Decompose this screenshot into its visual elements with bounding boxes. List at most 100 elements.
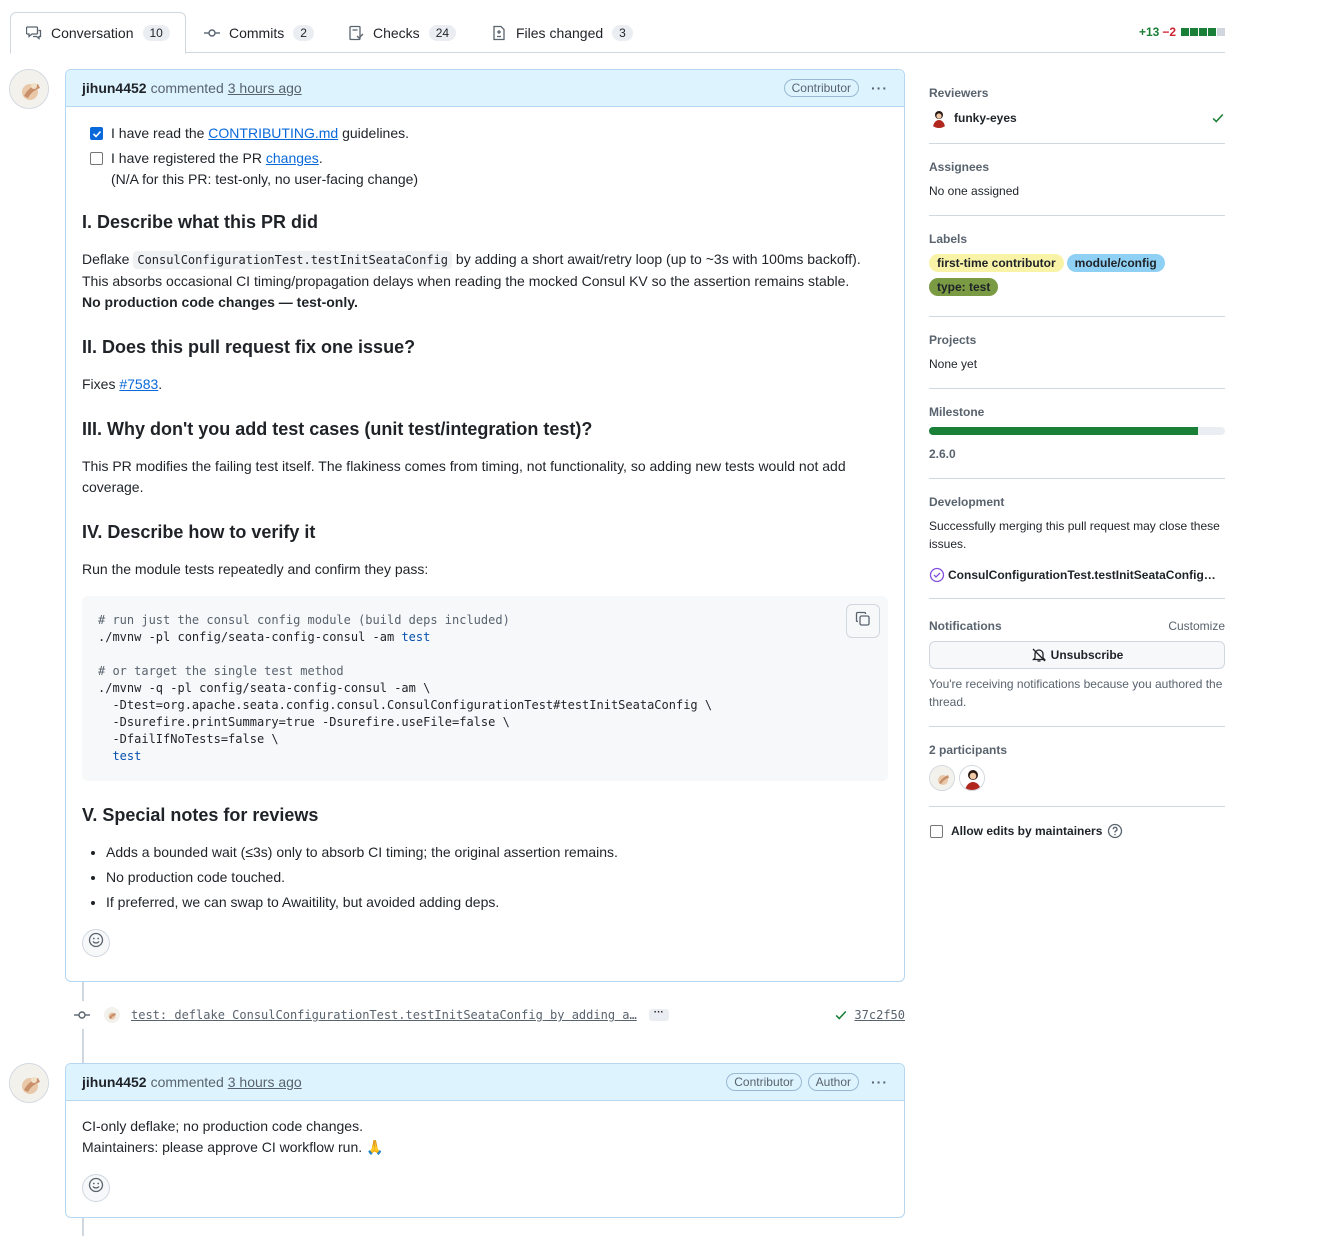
linked-issue[interactable]: ConsulConfigurationTest.testInitSeataCon… <box>929 567 1225 583</box>
deletions-count: −2 <box>1162 25 1176 39</box>
task-checkbox-checked[interactable] <box>90 127 103 140</box>
avatar[interactable] <box>929 108 949 128</box>
section-heading: IV. Describe how to verify it <box>82 522 316 542</box>
tab-label: Checks <box>373 24 420 41</box>
diffstat: +13 −2 <box>1139 25 1225 39</box>
label-module-config[interactable]: module/config <box>1066 254 1165 272</box>
add-reaction-button[interactable] <box>82 1174 110 1202</box>
avatar[interactable] <box>9 69 49 109</box>
description-paragraph: Run the module tests repeatedly and conf… <box>82 561 429 577</box>
avatar[interactable] <box>959 765 985 791</box>
tab-label: Commits <box>229 24 285 41</box>
tab-count: 2 <box>293 24 314 41</box>
question-icon[interactable] <box>1107 823 1123 839</box>
sidebar-development: Development Successfully merging this pu… <box>929 479 1225 599</box>
comment-timestamp[interactable]: 3 hours ago <box>228 1074 302 1090</box>
contributing-link[interactable]: CONTRIBUTING.md <box>208 125 338 141</box>
reviewer-name[interactable]: funky-eyes <box>954 111 1017 125</box>
git-commit-icon <box>204 25 220 41</box>
kebab-menu-icon[interactable]: ··· <box>871 80 888 96</box>
task-item: I have registered the PR changes. (N/A fo… <box>82 148 888 190</box>
commit-author-avatar[interactable] <box>104 1007 120 1023</box>
sidebar-labels: Labels first-time contributor module/conf… <box>929 216 1225 317</box>
milestone-name[interactable]: 2.6.0 <box>929 445 1225 463</box>
customize-link[interactable]: Customize <box>1168 619 1225 633</box>
allow-edits-label: Allow edits by maintainers <box>951 824 1103 838</box>
checklist-icon <box>348 25 364 41</box>
sidebar-assignees: Assignees No one assigned <box>929 144 1225 216</box>
section-heading: II. Does this pull request fix one issue… <box>82 337 416 357</box>
commit-message-link[interactable]: test: deflake ConsulConfigurationTest.te… <box>131 1008 637 1022</box>
issue-closed-icon <box>929 567 945 583</box>
tab-count: 10 <box>142 25 170 41</box>
milestone-title[interactable]: Milestone <box>929 405 984 419</box>
comment-author[interactable]: jihun4452 <box>82 80 147 96</box>
tab-files-changed[interactable]: Files changed 3 <box>476 12 648 53</box>
task-item: I have read the CONTRIBUTING.md guidelin… <box>82 123 888 144</box>
section-heading: V. Special notes for reviews <box>82 805 319 825</box>
add-reaction-button[interactable] <box>82 929 110 957</box>
comment-discussion-icon <box>26 25 42 41</box>
kebab-menu-icon[interactable]: ··· <box>871 1074 888 1090</box>
list-item: No production code touched. <box>106 867 888 888</box>
projects-value: None yet <box>929 357 978 371</box>
comment-body: I have read the CONTRIBUTING.md guidelin… <box>66 107 904 973</box>
sidebar-projects: Projects None yet <box>929 317 1225 389</box>
author-badge: Author <box>807 1073 859 1091</box>
pr-sidebar: Reviewers funky-eyes Assignees No one as… <box>929 78 1225 839</box>
task-text: I have registered the PR changes. (N/A fo… <box>111 150 419 187</box>
tab-count: 3 <box>612 24 633 41</box>
list-item: If preferred, we can swap to Awaitility,… <box>106 892 888 913</box>
notifications-title: Notifications <box>929 619 1002 633</box>
description-paragraph: This PR modifies the failing test itself… <box>82 458 846 495</box>
diffstat-block <box>1199 28 1207 36</box>
expand-commit-button[interactable]: ··· <box>648 1008 669 1021</box>
comment-timestamp[interactable]: 3 hours ago <box>228 80 302 96</box>
tab-label: Files changed <box>516 24 604 41</box>
avatar[interactable] <box>9 1063 49 1103</box>
assignees-title[interactable]: Assignees <box>929 160 989 174</box>
tab-conversation[interactable]: Conversation 10 <box>10 12 186 54</box>
issue-link[interactable]: #7583 <box>119 376 158 392</box>
development-title[interactable]: Development <box>929 495 1004 509</box>
diffstat-block <box>1208 28 1216 36</box>
tab-checks[interactable]: Checks 24 <box>333 12 471 53</box>
contributor-badge: Contributor <box>783 79 859 97</box>
smiley-icon <box>88 1177 104 1199</box>
copy-button[interactable] <box>846 604 880 638</box>
participants-title: 2 participants <box>929 743 1008 757</box>
description-paragraph: Deflake ConsulConfigurationTest.testInit… <box>82 251 861 310</box>
tab-label: Conversation <box>51 25 134 41</box>
section-heading: III. Why don't you add test cases (unit … <box>82 419 593 439</box>
labels-title[interactable]: Labels <box>929 232 967 246</box>
check-icon <box>834 1008 848 1022</box>
diffstat-block <box>1181 28 1189 36</box>
projects-title[interactable]: Projects <box>929 333 976 347</box>
milestone-progress-fill <box>929 427 1199 435</box>
label-first-time-contributor[interactable]: first-time contributor <box>929 254 1064 272</box>
commit-event: test: deflake ConsulConfigurationTest.te… <box>68 1001 905 1029</box>
linked-issue-title: ConsulConfigurationTest.testInitSeataCon… <box>948 568 1216 582</box>
reviewers-title[interactable]: Reviewers <box>929 86 988 100</box>
comment-verb: commented <box>150 80 224 96</box>
tab-commits[interactable]: Commits 2 <box>189 12 329 53</box>
comment-author[interactable]: jihun4452 <box>82 1074 147 1090</box>
pr-description-comment: jihun4452 commented 3 hours ago Contribu… <box>65 69 905 982</box>
comment-body: CI-only deflake; no production code chan… <box>66 1101 904 1218</box>
notification-reason: You're receiving notifications because y… <box>929 677 1223 709</box>
comment-header: jihun4452 commented 3 hours ago Contribu… <box>66 1064 904 1101</box>
unsubscribe-button[interactable]: Unsubscribe <box>929 641 1225 669</box>
notes-list: Adds a bounded wait (≤3s) only to absorb… <box>82 842 888 913</box>
label-type-test[interactable]: type: test <box>929 278 999 296</box>
avatar[interactable] <box>929 765 955 791</box>
list-item: Adds a bounded wait (≤3s) only to absorb… <box>106 842 888 863</box>
check-icon <box>1211 111 1225 125</box>
commit-sha-link[interactable]: 37c2f50 <box>834 1008 905 1022</box>
sidebar-milestone: Milestone 2.6.0 <box>929 389 1225 479</box>
allow-edits-row: Allow edits by maintainers <box>929 807 1225 839</box>
changes-link[interactable]: changes <box>266 150 319 166</box>
allow-edits-checkbox[interactable] <box>930 824 943 838</box>
diffstat-block <box>1190 28 1198 36</box>
task-checkbox[interactable] <box>90 152 103 165</box>
labels-list: first-time contributor module/config type:… <box>929 254 1189 302</box>
